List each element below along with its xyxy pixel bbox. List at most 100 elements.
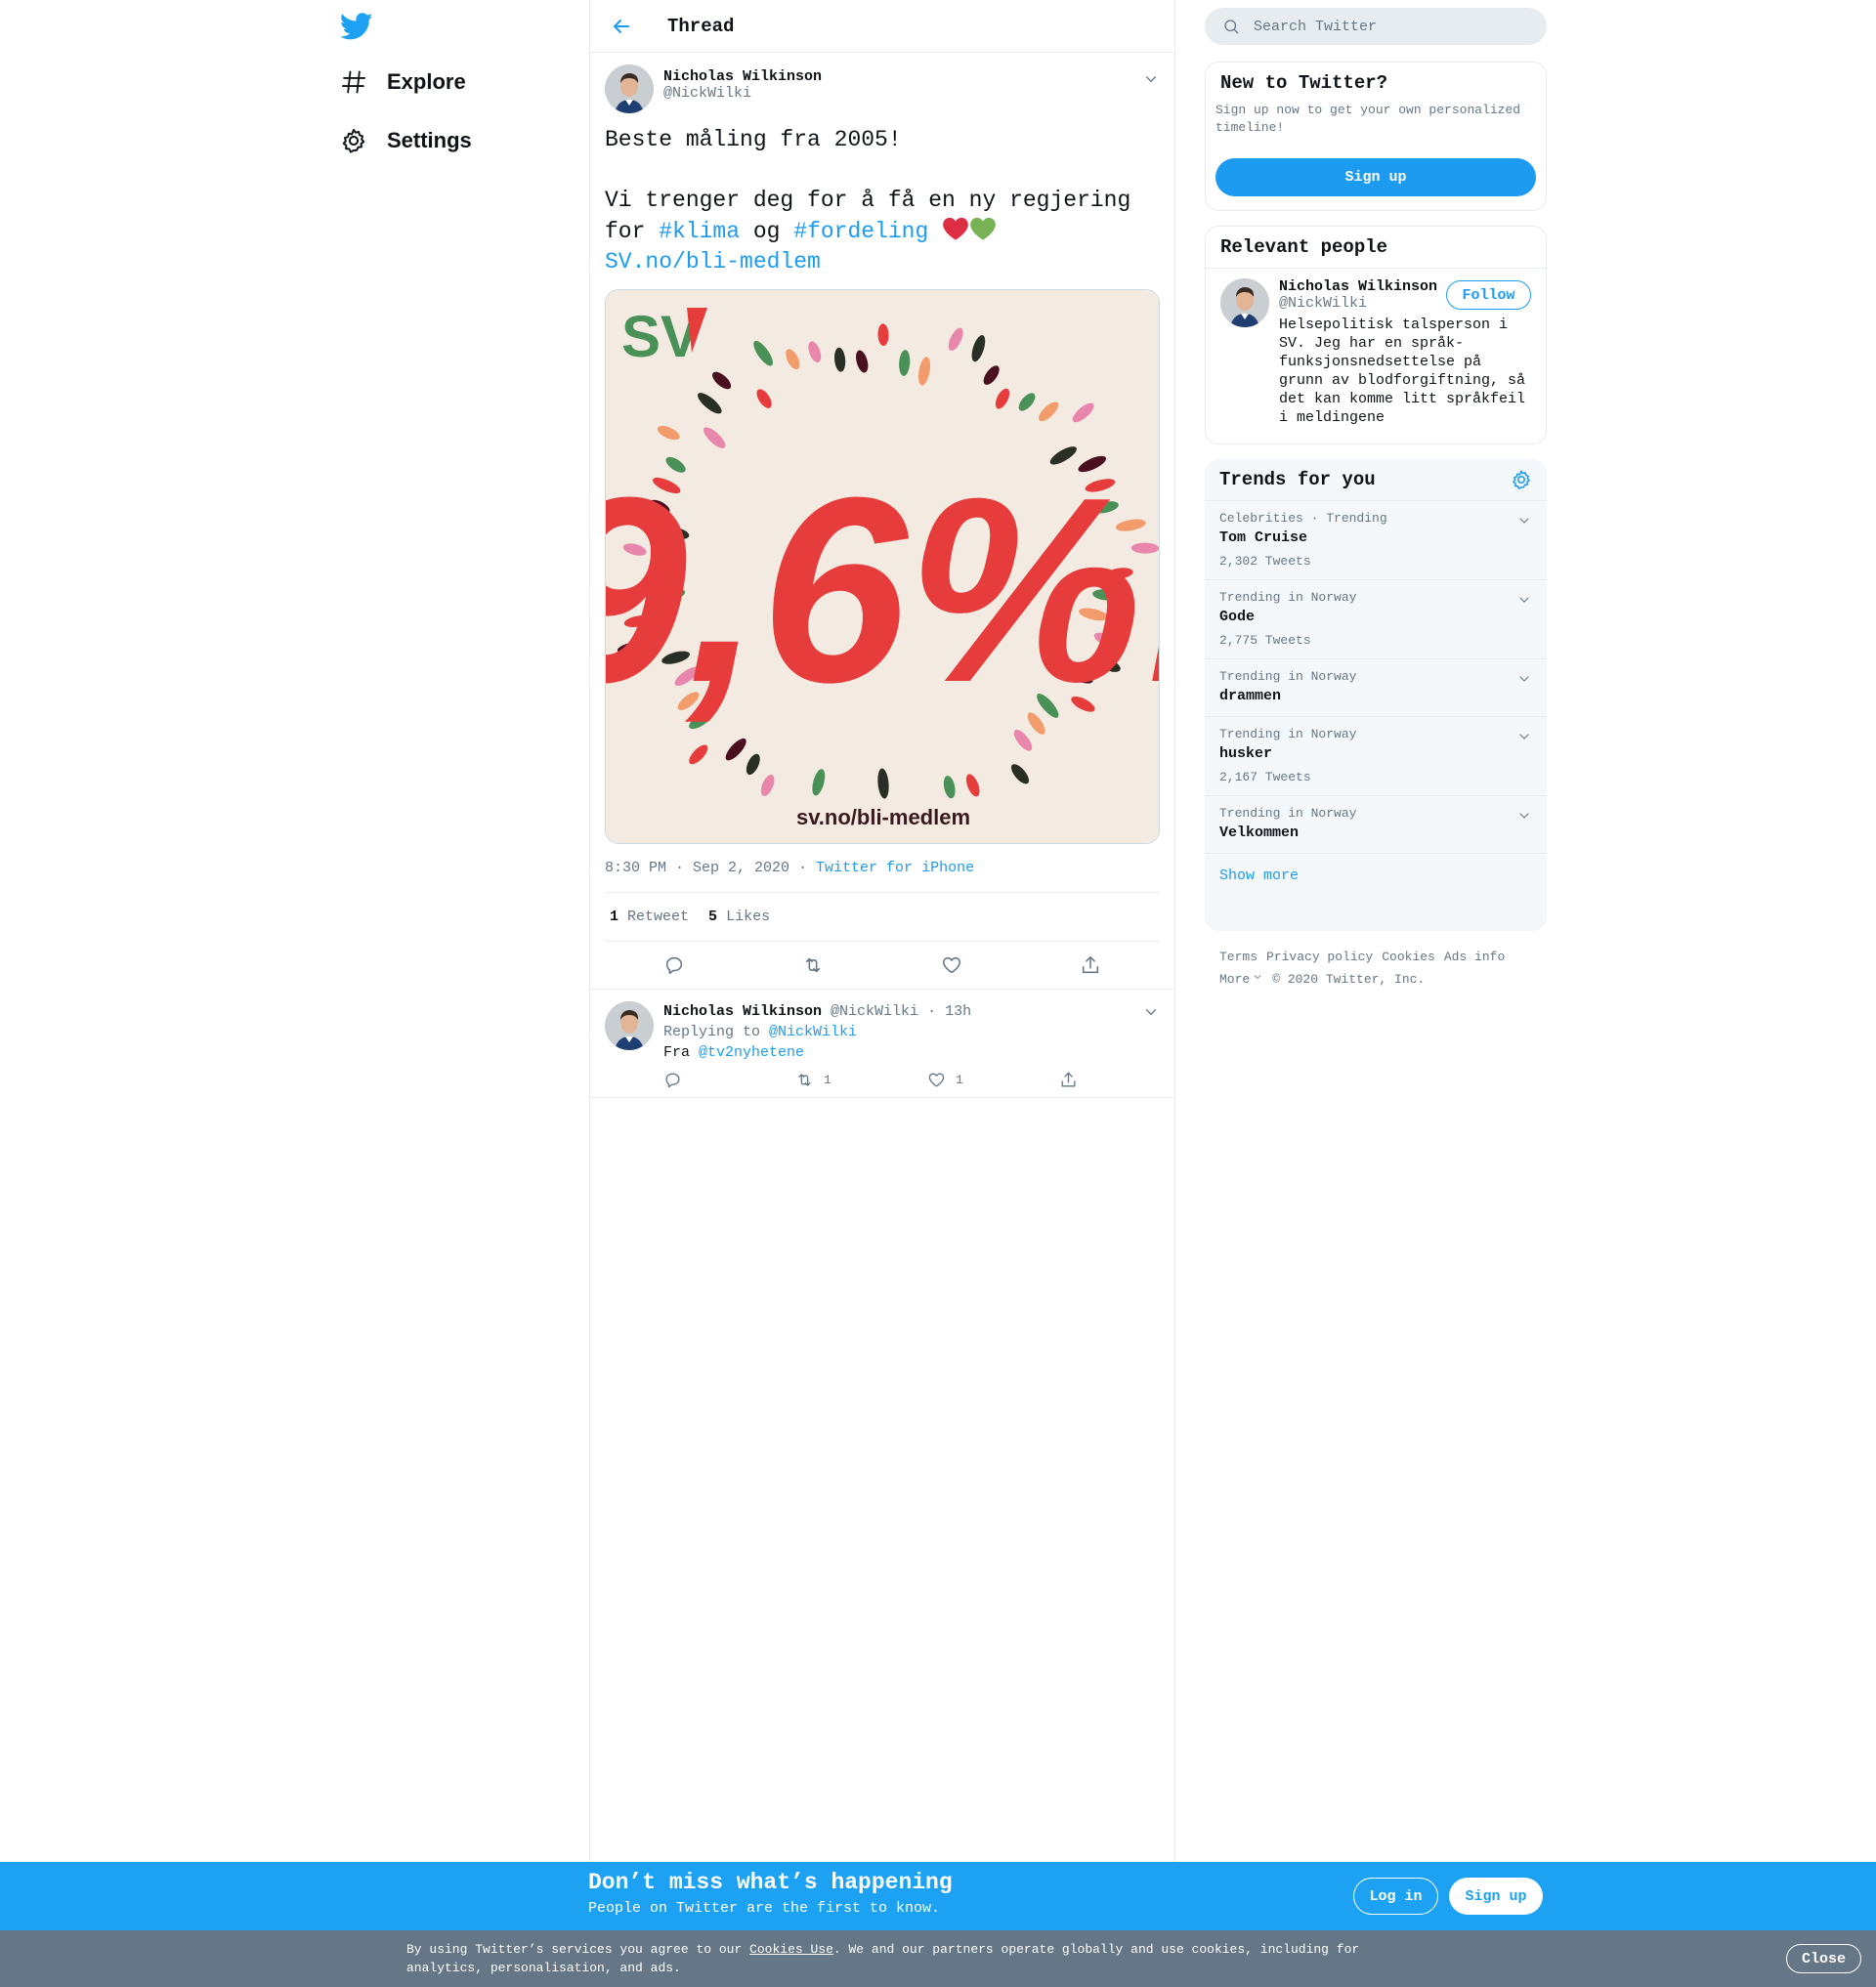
reply-action-like[interactable]: 1 [927, 1071, 1059, 1089]
reply-tweet[interactable]: Nicholas Wilkinson @NickWilki · 13h Repl… [590, 989, 1174, 1098]
tweet-actions [605, 942, 1160, 989]
nav-settings[interactable]: Settings [340, 119, 472, 162]
cookie-notice: By using Twitter’s services you agree to… [0, 1930, 1876, 1987]
new-to-twitter-title: New to Twitter? [1220, 72, 1388, 94]
chevron-down-icon[interactable] [1516, 671, 1532, 687]
tweet-text-conj: og [740, 219, 794, 244]
trend-count: 2,302 Tweets [1219, 554, 1311, 569]
trend-item[interactable]: Trending in Norway husker 2,167 Tweets [1205, 717, 1547, 796]
cookie-text: By using Twitter’s services you agree to… [406, 1940, 1384, 1977]
trend-item[interactable]: Trending in Norway Gode 2,775 Tweets [1205, 580, 1547, 659]
retweet-count: 1 [610, 909, 619, 925]
chevron-down-icon[interactable] [1142, 1003, 1160, 1021]
footer-copyright: © 2020 Twitter, Inc. [1272, 972, 1426, 987]
reply-action-reply[interactable] [663, 1071, 795, 1089]
reply-author-handle[interactable]: @NickWilki [831, 1003, 918, 1020]
avatar[interactable] [605, 64, 654, 113]
footer-link-cookies[interactable]: Cookies [1382, 950, 1435, 964]
footer-more[interactable]: More [1219, 972, 1263, 987]
trend-name: Tom Cruise [1219, 529, 1308, 546]
footer-more-label: More [1219, 972, 1251, 987]
retweet-icon[interactable] [802, 954, 824, 976]
red-heart-icon [943, 217, 968, 240]
new-to-twitter-desc: Sign up now to get your own personalized… [1215, 103, 1521, 135]
show-more-link[interactable]: Show more [1205, 854, 1547, 898]
tweet-meta: 8:30 PM · Sep 2, 2020 · Twitter for iPho… [605, 860, 1160, 893]
new-to-twitter-card: New to Twitter? Sign up now to get your … [1205, 62, 1547, 211]
tweet-image[interactable]: SV 9,6%! sv.no/bli-medlem [605, 289, 1160, 844]
reply-text: Fra [663, 1044, 700, 1061]
signup-banner: Don’t miss what’s happening People on Tw… [0, 1862, 1876, 1930]
cookies-use-link[interactable]: Cookies Use [749, 1942, 833, 1957]
gear-icon [342, 128, 365, 153]
chevron-down-icon[interactable] [1516, 808, 1532, 824]
reply-age[interactable]: · 13h [927, 1003, 971, 1020]
arrow-left-icon[interactable] [610, 15, 633, 38]
footer-link-terms[interactable]: Terms [1219, 950, 1258, 964]
avatar-image [1220, 278, 1269, 327]
avatar-image [605, 1001, 654, 1050]
banner-signup-button[interactable]: Sign up [1449, 1878, 1543, 1915]
reply-author-name[interactable]: Nicholas Wilkinson [663, 1003, 822, 1020]
replying-to-link[interactable]: @NickWilki [769, 1024, 857, 1040]
trend-category: Trending in Norway [1219, 590, 1357, 605]
trend-count: 2,775 Tweets [1219, 633, 1311, 648]
chevron-down-icon[interactable] [1516, 513, 1532, 528]
person-item[interactable]: Nicholas Wilkinson @NickWilki Helsepolit… [1206, 269, 1546, 437]
main-column: Thread Nicholas Wilkinson @NickWilki Bes… [589, 0, 1175, 1987]
page-title: Thread [667, 15, 735, 37]
reply-action-share[interactable] [1059, 1071, 1191, 1089]
trend-item[interactable]: Trending in Norway Velkommen [1205, 796, 1547, 854]
follow-button[interactable]: Follow [1446, 280, 1531, 310]
nav-settings-label: Settings [387, 128, 472, 152]
avatar[interactable] [1220, 278, 1269, 327]
relevant-people-title: Relevant people [1206, 227, 1546, 269]
tweet-author[interactable]: Nicholas Wilkinson @NickWilki [605, 64, 1160, 113]
author-name[interactable]: Nicholas Wilkinson [663, 68, 822, 85]
chevron-down-icon[interactable] [1516, 729, 1532, 744]
tweet-source[interactable]: Twitter for iPhone [816, 860, 974, 876]
chevron-down-icon [1254, 975, 1261, 979]
likes-stat[interactable]: 5 Likes [708, 909, 770, 925]
trend-name: Gode [1219, 609, 1256, 625]
chevron-down-icon[interactable] [1516, 592, 1532, 608]
share-icon[interactable] [1080, 954, 1101, 976]
nav-explore[interactable]: Explore [340, 61, 466, 104]
tweet-text-line1: Beste måling fra 2005! [605, 127, 902, 152]
footer-link-privacy[interactable]: Privacy policy [1266, 950, 1373, 964]
tweet-timestamp[interactable]: 8:30 PM · Sep 2, 2020 [605, 860, 789, 876]
search-input[interactable] [1254, 18, 1517, 35]
trends-card: Trends for you Celebrities · Trending To… [1205, 459, 1547, 931]
cookie-close-button[interactable]: Close [1786, 1944, 1861, 1973]
like-icon[interactable] [941, 954, 962, 976]
retweet-stat[interactable]: 1 Retweet [610, 909, 689, 925]
main-tweet: Nicholas Wilkinson @NickWilki Beste måli… [590, 53, 1174, 989]
trend-category: Trending in Norway [1219, 806, 1357, 821]
reply-action-retweet[interactable]: 1 [795, 1071, 927, 1089]
search-bar[interactable] [1205, 8, 1547, 45]
trend-name: drammen [1219, 688, 1282, 704]
hashtag-link[interactable]: #klima [659, 219, 740, 244]
trend-count: 2,167 Tweets [1219, 770, 1311, 784]
trend-item[interactable]: Celebrities · Trending Tom Cruise 2,302 … [1205, 501, 1547, 580]
chevron-down-icon[interactable] [1142, 70, 1160, 88]
banner-subtitle: People on Twitter are the first to know. [588, 1900, 941, 1917]
hashtag-link[interactable]: #fordeling [793, 219, 928, 244]
author-handle[interactable]: @NickWilki [663, 85, 822, 102]
tweet-link[interactable]: SV.no/bli-medlem [605, 249, 821, 275]
footer-link-ads[interactable]: Ads info [1444, 950, 1505, 964]
reply-icon[interactable] [663, 954, 685, 976]
thread-header: Thread [590, 0, 1174, 53]
replying-prefix: Replying to [663, 1024, 770, 1040]
gear-icon[interactable] [1511, 469, 1532, 490]
mention-link[interactable]: @tv2nyhetene [699, 1044, 804, 1061]
big-percentage: 9,6%! [606, 444, 1160, 738]
twitter-bird-icon[interactable] [340, 10, 373, 43]
trend-item[interactable]: Trending in Norway drammen [1205, 659, 1547, 717]
reply-icon [665, 1073, 680, 1088]
avatar[interactable] [605, 1001, 654, 1050]
likes-label: Likes [726, 909, 771, 925]
like-icon [928, 1073, 945, 1087]
signup-button[interactable]: Sign up [1215, 158, 1536, 196]
login-button[interactable]: Log in [1353, 1878, 1438, 1915]
